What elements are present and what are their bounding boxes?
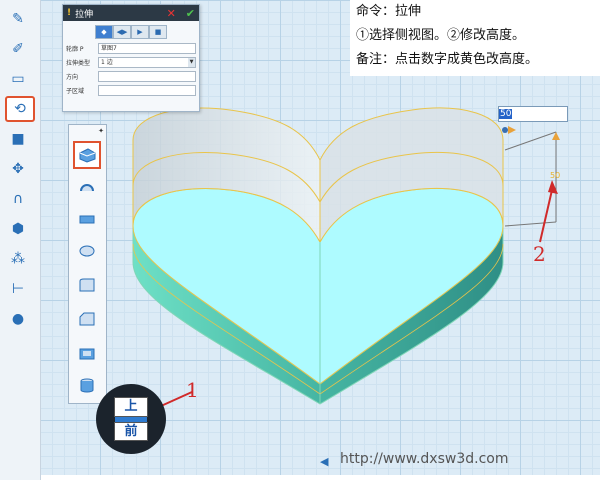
instruction-steps: ①选择侧视图。②修改高度。 [356,28,526,43]
extrude-feature-icon[interactable]: ⟲ [5,96,35,122]
profile-row: 轮廓 P 草图7 [63,42,199,55]
feature-subtoolbar: ✦ [68,124,107,404]
profile-label: 轮廓 P [66,46,84,53]
move-icon[interactable]: ✥ [5,158,31,180]
watermark-text: http://www.dxsw3d.com [340,451,509,467]
dimension-extension-top [504,131,557,151]
panel-titlebar: ! 拉伸 ✕ ✔ [63,5,199,21]
dimension-extension-bottom [504,221,557,227]
chevron-down-icon[interactable]: ▼ [188,58,195,67]
extrude-mode-buttons: ◆ ◀▶ ▶ ■ [63,25,199,39]
profile-field[interactable]: 草图7 [98,43,196,54]
subregion-field[interactable] [98,85,196,96]
loft-icon[interactable] [75,239,99,263]
revolve-icon[interactable] [75,175,99,199]
instruction-remark: 备注：点击数字成黄色改高度。 [356,52,539,67]
direction-label: 方向 [66,74,79,81]
extrude-type-label: 拉伸类型 [66,60,91,67]
arrow-left-icon[interactable]: ◀ [320,455,328,468]
mode-direction-button[interactable]: ▶ [131,25,149,39]
close-button[interactable]: ✕ [167,7,176,20]
pin-icon[interactable]: ✦ [98,127,104,135]
dimension-dot [502,127,508,133]
confirm-button[interactable]: ✔ [186,7,195,20]
height-input[interactable]: 50 [498,106,568,122]
extrude-type-row: 拉伸类型 1 边 ▼ [63,56,199,69]
subregion-label: 子区域 [66,88,85,95]
top-view-face[interactable]: 上 [114,397,148,417]
extrude-type-select[interactable]: 1 边 ▼ [98,57,196,68]
magnet-icon[interactable]: ∩ [5,188,31,210]
sweep-icon[interactable] [75,207,99,231]
solid-box-icon[interactable]: ■ [5,128,31,150]
cube-icon[interactable]: ⬢ [5,218,31,240]
sketch-icon[interactable]: ✎ [5,8,31,30]
annotation-number-1: 1 [186,378,199,402]
pattern-icon[interactable]: ⁂ [5,248,31,270]
view-navigation-cube[interactable]: 上 前 [96,384,166,454]
extrude-type-value: 1 边 [101,59,113,66]
warning-icon: ! [67,8,72,18]
mode-two-side-button[interactable]: ◀▶ [113,25,131,39]
direction-row: 方向 [63,70,199,83]
annotation-arrow-2 [539,189,553,243]
extrude-icon[interactable] [73,141,101,169]
panel-title: 拉伸 [75,9,94,20]
height-value: 50 [499,109,513,119]
shape-icon[interactable]: ▭ [5,68,31,90]
fillet-icon[interactable] [75,273,99,297]
instruction-command: 命令：拉伸 [356,4,422,19]
subregion-row: 子区域 [63,84,199,97]
mode-solid-button[interactable]: ■ [149,25,167,39]
shell-icon[interactable] [75,341,99,365]
left-toolbar: ✎ ✐ ▭ ⟲ ■ ✥ ∩ ⬢ ⁂ ⊢ ● [0,0,41,480]
color-palette-icon[interactable]: ● [5,308,31,330]
dimension-value-label[interactable]: 50 [550,171,560,180]
chamfer-icon[interactable] [75,307,99,331]
mode-one-side-button[interactable]: ◆ [95,25,113,39]
dimension-marker-icon [508,126,516,134]
annotation-number-2: 2 [533,242,546,266]
status-icons: ◀ [320,455,328,468]
instruction-note: 命令：拉伸 ①选择侧视图。②修改高度。 备注：点击数字成黄色改高度。 [350,0,600,76]
extrude-panel: ! 拉伸 ✕ ✔ ◆ ◀▶ ▶ ■ 轮廓 P 草图7 拉伸类型 1 边 ▼ 方向 … [62,4,200,112]
direction-field[interactable] [98,71,196,82]
pen-icon[interactable]: ✐ [5,38,31,60]
front-view-face[interactable]: 前 [114,422,148,441]
cylinder-icon[interactable] [75,373,99,397]
measure-icon[interactable]: ⊢ [5,278,31,300]
